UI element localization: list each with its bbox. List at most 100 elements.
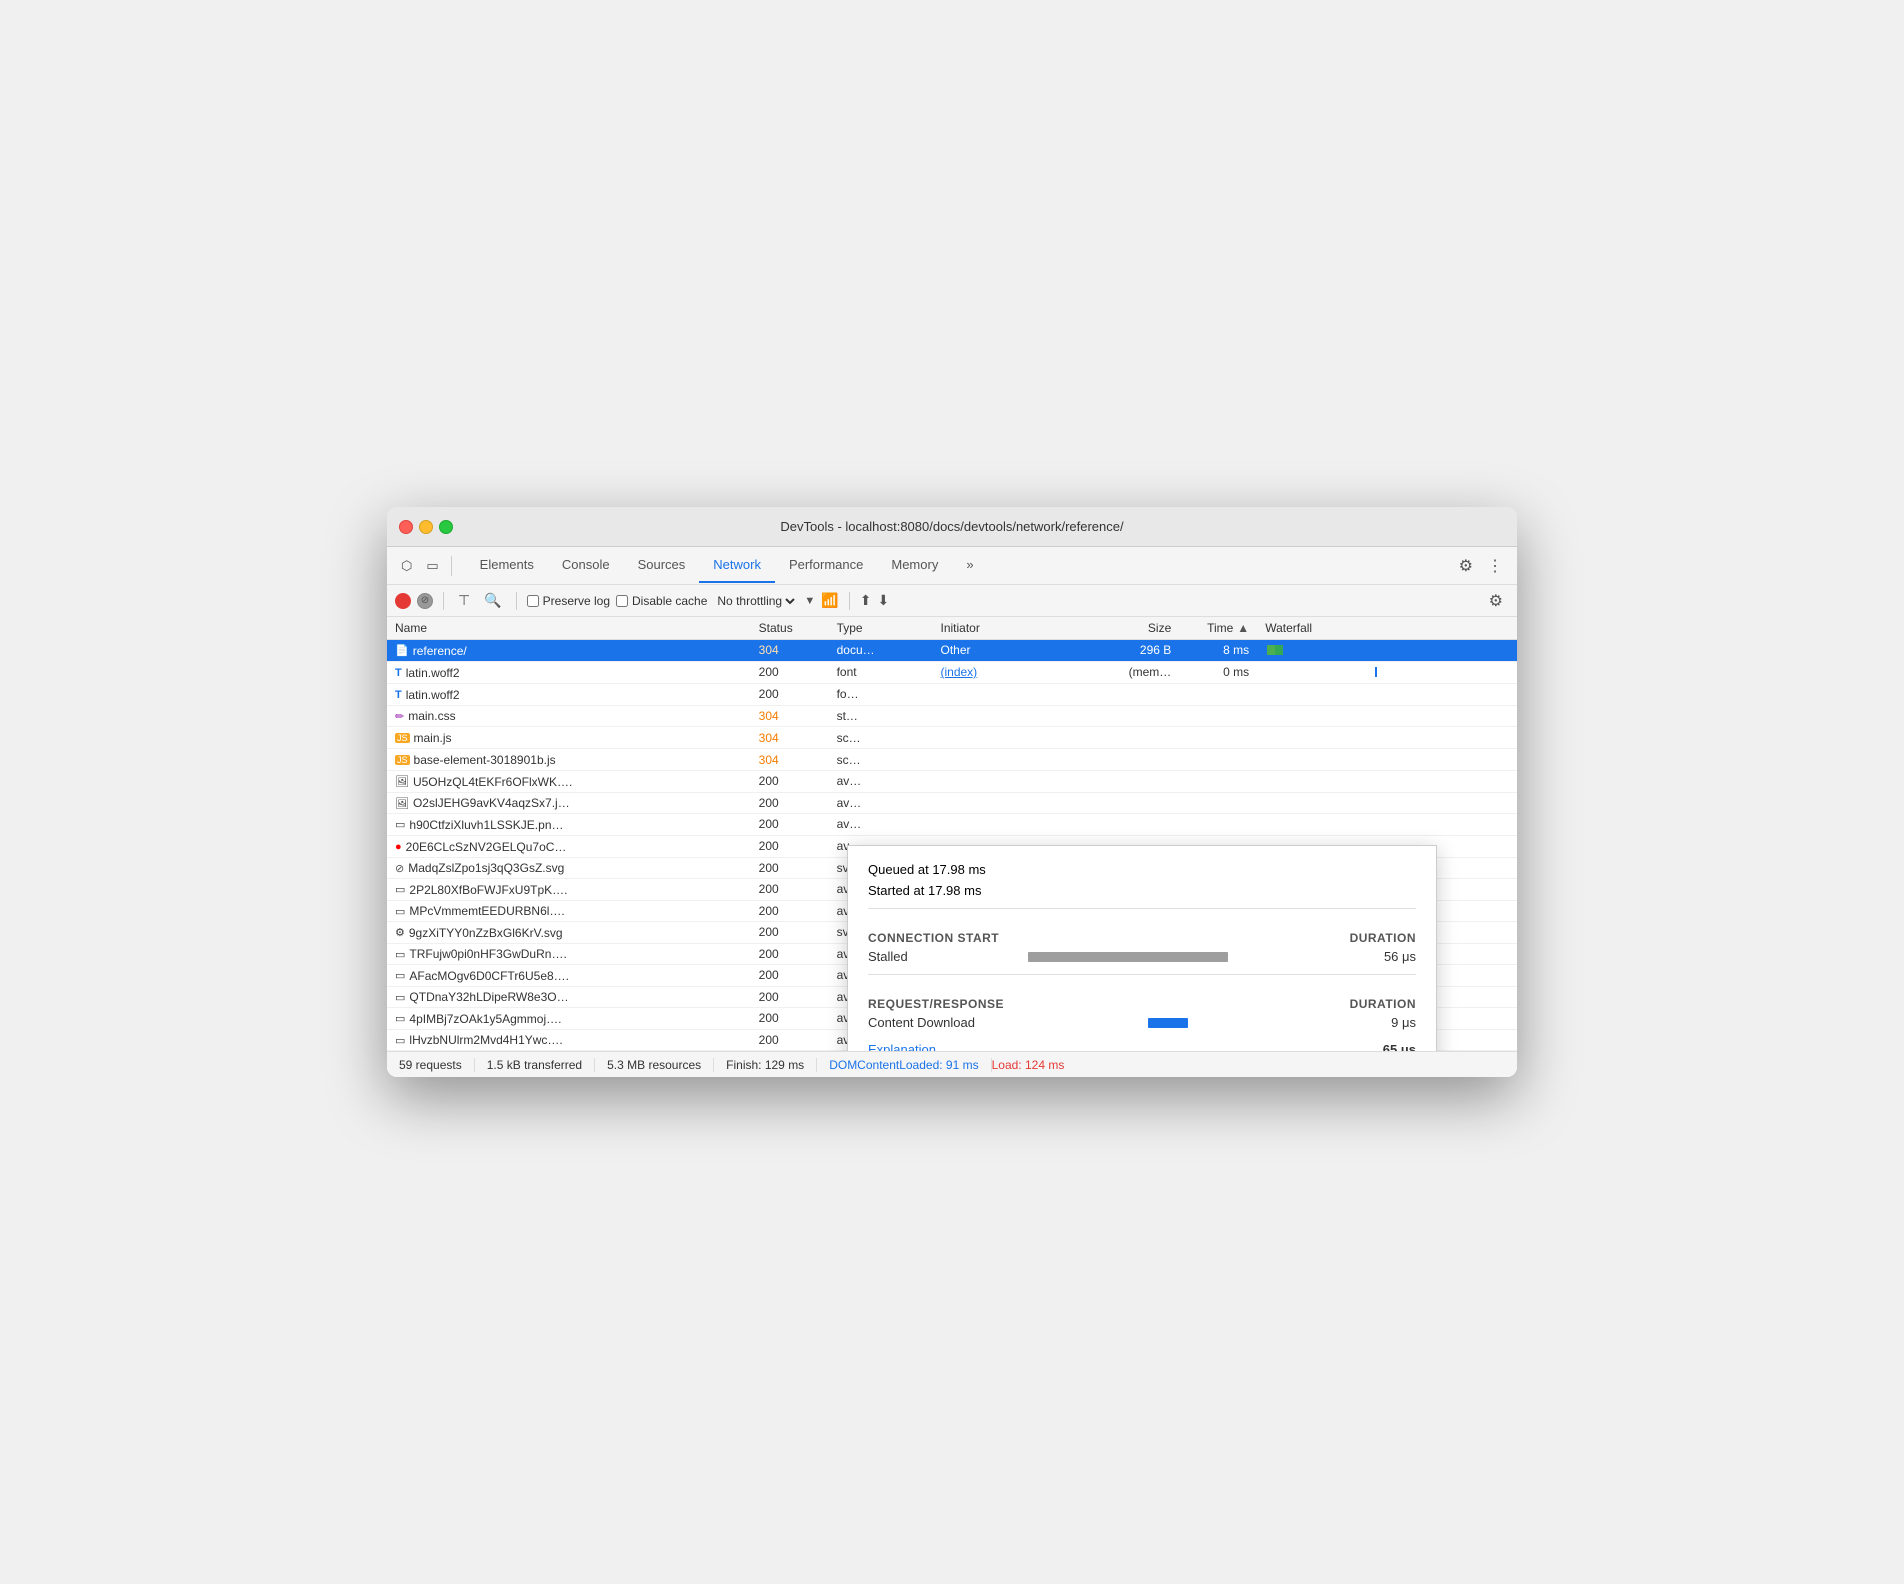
cell-time: [1179, 792, 1257, 814]
cell-name: 🖼 O2slJEHG9avKV4aqzSx7.j…: [387, 792, 751, 814]
col-waterfall[interactable]: Waterfall: [1257, 617, 1517, 640]
js-icon: JS: [395, 755, 410, 765]
wifi-icon: 📶: [821, 592, 838, 609]
col-name[interactable]: Name: [387, 617, 751, 640]
total-row: Explanation 65 μs: [868, 1038, 1416, 1051]
tab-bar: Elements Console Sources Network Perform…: [458, 547, 1451, 585]
cell-status: 200: [751, 661, 829, 683]
cell-name: ▭ 2P2L80XfBoFWJFxU9TpK….: [387, 879, 751, 901]
table-row[interactable]: JS base-element-3018901b.js 304 sc…: [387, 749, 1517, 771]
dom-content-loaded: DOMContentLoaded: 91 ms: [817, 1058, 991, 1072]
cell-waterfall: [1257, 814, 1517, 836]
col-status[interactable]: Status: [751, 617, 829, 640]
throttle-select[interactable]: No throttling: [713, 593, 798, 609]
col-initiator[interactable]: Initiator: [933, 617, 1076, 640]
cell-status: 304: [751, 727, 829, 749]
col-time[interactable]: Time▲: [1179, 617, 1257, 640]
cell-name: JS base-element-3018901b.js: [387, 749, 751, 771]
minimize-button[interactable]: [419, 520, 433, 534]
clear-button[interactable]: ⊘: [417, 593, 433, 609]
cell-name: ▭ TRFujw0pi0nHF3GwDuRn….: [387, 943, 751, 965]
cell-time: [1179, 705, 1257, 727]
tab-elements[interactable]: Elements: [466, 549, 548, 583]
cell-size: [1075, 705, 1179, 727]
maximize-button[interactable]: [439, 520, 453, 534]
popup-divider-1: [868, 908, 1416, 909]
device-toolbar-button[interactable]: ▭: [420, 555, 444, 577]
cell-type: av…: [829, 771, 933, 793]
table-row[interactable]: ✏ main.css 304 st…: [387, 705, 1517, 727]
network-settings-button[interactable]: ⚙: [1483, 588, 1509, 614]
disable-cache-checkbox[interactable]: Disable cache: [616, 594, 707, 608]
cell-name: 🖼 U5OHzQL4tEKFr6OFlxWK….: [387, 771, 751, 793]
cursor-tool-button[interactable]: ⬡: [395, 555, 418, 577]
finish-time: Finish: 129 ms: [714, 1058, 817, 1072]
load-time: Load: 124 ms: [992, 1058, 1065, 1072]
img-icon: 🖼: [395, 797, 409, 810]
total-value: 65 μs: [1383, 1042, 1416, 1051]
devtools-toolbar: ⬡ ▭ Elements Console Sources Network Per…: [387, 547, 1517, 585]
stalled-duration: 56 μs: [1356, 949, 1416, 964]
cell-waterfall: [1257, 661, 1517, 683]
explanation-link[interactable]: Explanation: [868, 1042, 936, 1051]
table-row[interactable]: ▭ h90CtfziXluvh1LSSKJE.pn… 200 av…: [387, 814, 1517, 836]
cell-type: av…: [829, 814, 933, 836]
cell-status: 200: [751, 1029, 829, 1051]
col-type[interactable]: Type: [829, 617, 933, 640]
table-row[interactable]: 🖼 U5OHzQL4tEKFr6OFlxWK…. 200 av…: [387, 771, 1517, 793]
toolbar-sep-3: [849, 592, 850, 610]
requests-count: 59 requests: [399, 1058, 475, 1072]
popup-divider-2: [868, 974, 1416, 975]
more-options-button[interactable]: ⋮: [1481, 553, 1509, 579]
preserve-log-checkbox[interactable]: Preserve log: [527, 594, 610, 608]
table-row[interactable]: JS main.js 304 sc…: [387, 727, 1517, 749]
tab-more[interactable]: »: [952, 549, 987, 583]
table-row[interactable]: 🖼 O2slJEHG9avKV4aqzSx7.j… 200 av…: [387, 792, 1517, 814]
cell-size: 296 B: [1075, 640, 1179, 662]
cell-initiator: [933, 727, 1076, 749]
tab-sources[interactable]: Sources: [624, 549, 700, 583]
tab-console[interactable]: Console: [548, 549, 624, 583]
cell-initiator: Other: [933, 640, 1076, 662]
cell-time: [1179, 683, 1257, 705]
cell-name: ▭ AFacMOgv6D0CFTr6U5e8….: [387, 965, 751, 987]
close-button[interactable]: [399, 520, 413, 534]
content-download-bar-area: [1028, 1016, 1356, 1030]
cell-status: 304: [751, 640, 829, 662]
cell-name: T latin.woff2: [387, 661, 751, 683]
cell-initiator: [933, 771, 1076, 793]
request-response-header: Request/Response DURATION: [868, 985, 1416, 1015]
gear-svg-icon: ⚙: [395, 926, 405, 939]
tab-network[interactable]: Network: [699, 549, 775, 583]
tab-memory[interactable]: Memory: [877, 549, 952, 583]
col-size[interactable]: Size: [1075, 617, 1179, 640]
cell-initiator: (index): [933, 661, 1076, 683]
search-icon[interactable]: 🔍: [480, 590, 505, 611]
filter-icon[interactable]: ⊤: [454, 590, 474, 611]
cell-name: ✏ main.css: [387, 705, 751, 727]
cell-type: fo…: [829, 683, 933, 705]
cell-time: [1179, 727, 1257, 749]
cell-status: 200: [751, 900, 829, 922]
tab-performance[interactable]: Performance: [775, 549, 877, 583]
content-download-duration: 9 μs: [1356, 1015, 1416, 1030]
table-row[interactable]: T latin.woff2 200 font (index) (mem… 0 m…: [387, 661, 1517, 683]
table-row[interactable]: 📄 reference/ 304 docu… Other 296 B 8 ms: [387, 640, 1517, 662]
cell-size: (mem…: [1075, 661, 1179, 683]
cell-status: 200: [751, 683, 829, 705]
img-icon: ▭: [395, 1012, 405, 1025]
download-icon[interactable]: ⬇: [877, 592, 889, 609]
cell-name: ▭ h90CtfziXluvh1LSSKJE.pn…: [387, 814, 751, 836]
table-row[interactable]: T latin.woff2 200 fo…: [387, 683, 1517, 705]
titlebar: DevTools - localhost:8080/docs/devtools/…: [387, 507, 1517, 547]
settings-button[interactable]: ⚙: [1453, 553, 1479, 579]
cell-status: 304: [751, 749, 829, 771]
img-icon: 🖼: [395, 775, 409, 788]
upload-icon[interactable]: ⬆: [860, 592, 872, 609]
img-icon: ▭: [395, 1034, 405, 1047]
started-at-label: Started at 17.98 ms: [868, 883, 981, 898]
cell-time: 0 ms: [1179, 661, 1257, 683]
css-icon: ✏: [395, 710, 404, 723]
toolbar-sep-1: [443, 592, 444, 610]
record-button[interactable]: [395, 593, 411, 609]
